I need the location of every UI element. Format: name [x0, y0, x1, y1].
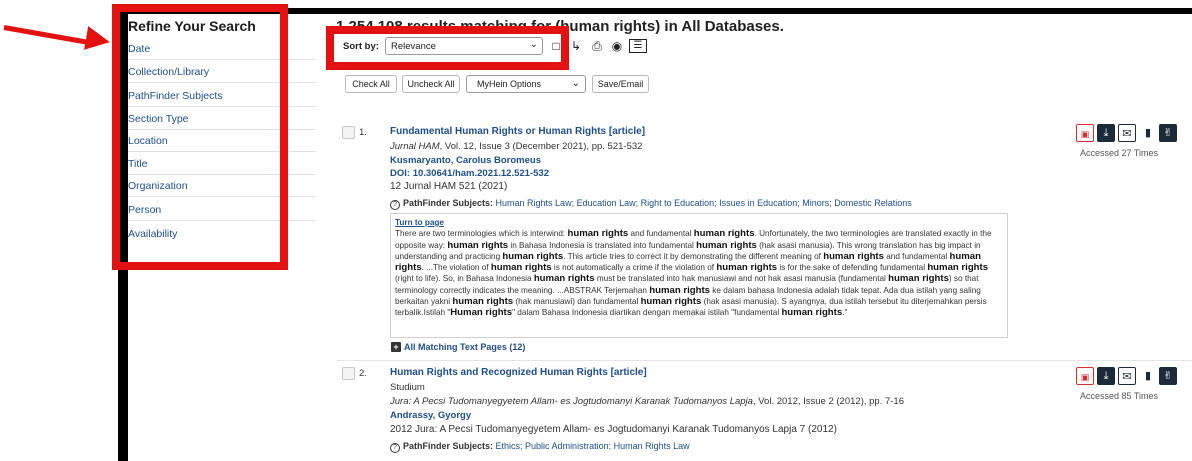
result-citation: 12 Jurnal HAM 521 (2021)	[390, 181, 508, 192]
email-icon[interactable]: ✉	[1118, 124, 1136, 142]
print-icon[interactable]: ⎙	[589, 38, 605, 54]
result-number: 1.	[359, 127, 367, 138]
all-matching-pages-link[interactable]: + All Matching Text Pages (12)	[391, 342, 525, 352]
annotation-arrow-icon	[84, 26, 112, 54]
snippet-highlight: human rights	[888, 273, 949, 285]
email-icon[interactable]: ✉	[1118, 367, 1136, 385]
snippet-highlight: human rights	[447, 239, 509, 251]
thumbs-up-icon[interactable]: ✌	[1159, 367, 1177, 385]
snippet-highlight: human rights	[567, 228, 629, 240]
annotation-sidebar-box	[112, 4, 288, 270]
result-journal-line: Jurnal HAM, Vol. 12, Issue 3 (December 2…	[390, 141, 642, 152]
snippet-highlight: human rights	[716, 262, 778, 274]
pdf-icon[interactable]: ▣	[1076, 124, 1094, 142]
download-icon[interactable]: ⤓	[1097, 124, 1115, 142]
snippet-text: " dalam Bahasa Indonesia diartikan denga…	[512, 308, 782, 318]
snippet-text: and fundamental	[883, 251, 950, 261]
pdf-icon[interactable]: ▣	[1076, 367, 1094, 385]
help-icon[interactable]: ?	[390, 200, 400, 210]
turn-to-page-link[interactable]: Turn to page	[395, 217, 1003, 228]
table-view-icon[interactable]: ☰	[629, 39, 647, 53]
snippet-highlight: human rights	[640, 296, 702, 308]
result-author-link[interactable]: Kusmaryanto, Carolus Boromeus	[390, 155, 541, 166]
pathfinder-subject-links[interactable]: Human Rights Law; Education Law; Right t…	[496, 198, 912, 208]
pathfinder-label: PathFinder Subjects:	[403, 441, 494, 451]
snippet-highlight: human rights	[502, 250, 564, 262]
annotation-sort-box	[326, 26, 569, 70]
snippet-text: in Bahasa Indonesia is translated into f…	[508, 240, 697, 250]
journal-detail: , Vol. 12, Issue 3 (December 2021), pp. …	[439, 141, 643, 152]
snippet-text: and fundamental	[628, 229, 694, 239]
snippet-highlight: human rights	[927, 262, 989, 274]
bookmark-icon[interactable]: ▮	[1139, 367, 1157, 385]
pathfinder-subjects-line: ? PathFinder Subjects: Ethics; Public Adm…	[390, 441, 690, 453]
result-checkbox[interactable]	[342, 367, 355, 380]
annotation-arrow-shaft	[3, 25, 96, 46]
check-all-button[interactable]: Check All	[345, 75, 397, 93]
all-matching-label: All Matching Text Pages (12)	[404, 342, 526, 352]
snippet-highlight: human rights	[823, 250, 884, 262]
result-number: 2.	[359, 368, 367, 379]
snippet-text: ."	[842, 308, 848, 318]
myhein-options-select[interactable]: MyHein Options ⌄	[466, 75, 586, 93]
snippet-highlight: Human rights	[450, 307, 513, 319]
snippet-body: There are two terminologies which is int…	[395, 228, 992, 319]
snippet-highlight: human rights	[452, 296, 514, 308]
result-divider	[337, 360, 1192, 361]
journal-name[interactable]: Jura: A Pecsi Tudomanyegyetem Allam- es …	[390, 396, 753, 407]
result-title-link[interactable]: Fundamental Human Rights or Human Rights…	[390, 126, 645, 137]
snippet-text: There are two terminologies which is int…	[395, 229, 568, 239]
myhein-options-label: MyHein Options	[477, 79, 542, 89]
snippet-highlight: human rights	[533, 273, 595, 285]
snippet-text: (right to life). So, in Bahasa Indonesia	[395, 274, 534, 284]
snippet-text: is not automatically a crime if the viol…	[551, 263, 717, 273]
help-icon[interactable]: ?	[390, 443, 400, 453]
result-doi-link[interactable]: DOI: 10.30641/ham.2021.12.521-532	[390, 168, 549, 179]
snippet-highlight: human rights	[693, 228, 755, 240]
result-title-link[interactable]: Human Rights and Recognized Human Rights…	[390, 367, 647, 378]
snippet-highlight: human rights	[696, 239, 757, 251]
snippet-text: (hak manusiawi) dan fundamental	[513, 297, 641, 307]
snippet-highlight: human rights	[490, 262, 552, 274]
page: Refine Your Search Date Collection/Libra…	[0, 0, 1192, 461]
result-journal-line: Jura: A Pecsi Tudomanyegyetem Allam- es …	[390, 396, 904, 407]
journal-detail: , Vol. 2012, Issue 2 (2012), pp. 7-16	[752, 396, 904, 407]
snippet-highlight: human rights	[649, 284, 710, 296]
result-citation: 2012 Jura: A Pecsi Tudomanyegyetem Allam…	[390, 424, 837, 435]
chevron-down-icon: ⌄	[571, 78, 580, 89]
accessed-count: Accessed 27 Times	[1080, 148, 1159, 158]
pathfinder-subjects-line: ? PathFinder Subjects: Human Rights Law; …	[390, 198, 912, 210]
download-icon[interactable]: ⤓	[1097, 367, 1115, 385]
thumbs-up-icon[interactable]: ✌	[1159, 124, 1177, 142]
result-checkbox[interactable]	[342, 126, 355, 139]
text-snippet: Turn to page There are two terminologies…	[390, 213, 1008, 338]
snippet-text: must be translated into hak manusiawi an…	[594, 274, 889, 284]
sort-direction-icon[interactable]: ↳	[568, 38, 584, 54]
result-author-link[interactable]: Andrassy, Gyorgy	[390, 410, 471, 421]
snippet-text: . ...The violation of	[421, 263, 491, 273]
binoculars-icon[interactable]: ◉	[609, 38, 625, 54]
expand-plus-icon: +	[391, 342, 401, 352]
pathfinder-subject-links[interactable]: Ethics; Public Administration; Human Rig…	[496, 441, 690, 451]
journal-name[interactable]: Jurnal HAM	[390, 141, 440, 152]
bookmark-icon[interactable]: ▮	[1139, 124, 1157, 142]
snippet-highlight: human rights	[781, 307, 843, 319]
save-email-button[interactable]: Save/Email	[592, 75, 649, 93]
result-section: Studium	[390, 382, 425, 393]
snippet-text: is for the sake of defending fundamental	[777, 263, 928, 273]
pathfinder-label: PathFinder Subjects:	[403, 198, 494, 208]
uncheck-all-button[interactable]: Uncheck All	[402, 75, 460, 93]
snippet-text: . This article tries to correct it by de…	[563, 251, 824, 261]
accessed-count: Accessed 85 Times	[1080, 391, 1159, 401]
